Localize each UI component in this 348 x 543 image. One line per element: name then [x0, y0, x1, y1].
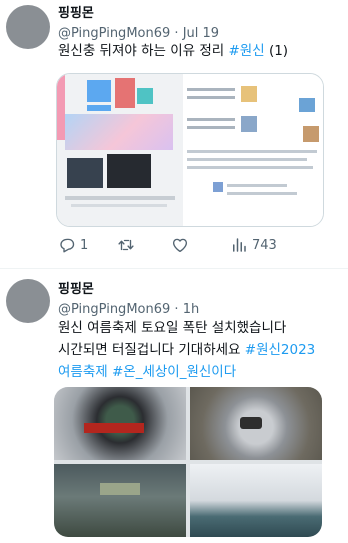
- tweet-2[interactable]: 핑핑몬 @PingPingMon69 · 1h 원신 여름축제 토요일 폭탄 설…: [0, 268, 348, 543]
- tweet-1[interactable]: 핑핑몬 @PingPingMon69 · Jul 19 원신충 뒤져야 하는 이…: [0, 0, 348, 268]
- grid-image-2-detail: [240, 417, 262, 429]
- avatar[interactable]: [6, 279, 50, 323]
- handle[interactable]: @PingPingMon69: [58, 302, 170, 317]
- grid-image-4[interactable]: [190, 464, 322, 537]
- image-block-red: [115, 78, 135, 108]
- tweet-text-suffix: (1): [264, 43, 289, 59]
- tweet-header: 핑핑몬 @PingPingMon69 · 1h: [58, 278, 199, 317]
- image-block-thumb-4: [303, 126, 319, 142]
- reply-count: 1: [80, 237, 89, 253]
- views-button[interactable]: 743: [230, 236, 277, 254]
- image-block-anime: [65, 114, 173, 150]
- grid-image-1-detail: [84, 423, 144, 433]
- avatar[interactable]: [6, 5, 50, 49]
- hashtag-link[interactable]: #원신: [229, 43, 265, 59]
- timestamp[interactable]: 1h: [183, 302, 200, 317]
- display-name[interactable]: 핑핑몬: [58, 278, 199, 297]
- display-name[interactable]: 핑핑몬: [58, 2, 219, 21]
- reply-button[interactable]: 1: [58, 236, 88, 254]
- image-block-text-9: [227, 192, 297, 195]
- tweet-text: 원신 여름축제 토요일 폭탄 설치했습니다 시간되면 터질겁니다 기대하세요 #…: [58, 317, 343, 383]
- image-block-pink: [57, 74, 65, 140]
- image-block-dark-2: [107, 154, 151, 188]
- image-block-teal: [137, 88, 153, 104]
- tweet-text-plain: 시간되면 터질겁니다 기대하세요: [58, 342, 245, 358]
- reply-icon: [58, 236, 76, 254]
- image-block-thumb-2: [299, 98, 315, 112]
- hashtag-links[interactable]: 여름축제 #온_세상이_원신이다: [58, 361, 343, 383]
- hashtag-link[interactable]: #원신2023: [245, 342, 316, 358]
- tweet-meta: @PingPingMon69 · 1h: [58, 302, 199, 317]
- tweet-text-plain: 원신충 뒤져야 하는 이유 정리: [58, 43, 229, 59]
- heart-icon: [171, 236, 189, 254]
- image-block-text-8: [227, 184, 287, 187]
- image-block-blue-tabs-2: [87, 105, 111, 111]
- tweet-text: 원신충 뒤져야 하는 이유 정리 #원신 (1): [58, 40, 343, 62]
- like-button[interactable]: [171, 236, 189, 254]
- image-block-line: [65, 196, 175, 200]
- image-block-text-5: [187, 150, 317, 153]
- image-block-blue-tabs: [87, 80, 111, 102]
- image-block-text-4: [187, 126, 235, 129]
- grid-image-3[interactable]: [54, 464, 186, 537]
- views-icon: [230, 236, 248, 254]
- image-block-thumb-3: [241, 116, 257, 132]
- handle[interactable]: @PingPingMon69: [58, 26, 170, 41]
- image-block-thumb-1: [241, 86, 257, 102]
- image-block-text-6: [187, 158, 307, 161]
- retweet-icon: [116, 236, 136, 254]
- image-block-text-1: [187, 88, 235, 91]
- retweet-button[interactable]: [116, 236, 136, 254]
- image-block-thumb-5: [213, 182, 223, 192]
- image-block-text-3: [187, 118, 235, 121]
- image-block-line-2: [71, 204, 167, 207]
- meta-separator: ·: [174, 26, 179, 41]
- image-block-text-2: [187, 96, 235, 99]
- image-block-dark-1: [67, 158, 103, 188]
- views-count: 743: [252, 237, 277, 253]
- tweet-text-line-2: 시간되면 터질겁니다 기대하세요 #원신2023: [58, 339, 343, 361]
- attached-image[interactable]: [56, 73, 324, 227]
- timestamp[interactable]: Jul 19: [183, 26, 219, 41]
- tweet-meta: @PingPingMon69 · Jul 19: [58, 26, 219, 41]
- image-grid: [54, 387, 322, 537]
- meta-separator: ·: [174, 302, 179, 317]
- grid-image-3-screen: [100, 483, 140, 495]
- image-block-text-7: [187, 166, 313, 169]
- action-bar: 1 743: [58, 236, 328, 258]
- tweet-text-line-1: 원신 여름축제 토요일 폭탄 설치했습니다: [58, 320, 287, 336]
- tweet-header: 핑핑몬 @PingPingMon69 · Jul 19: [58, 2, 219, 41]
